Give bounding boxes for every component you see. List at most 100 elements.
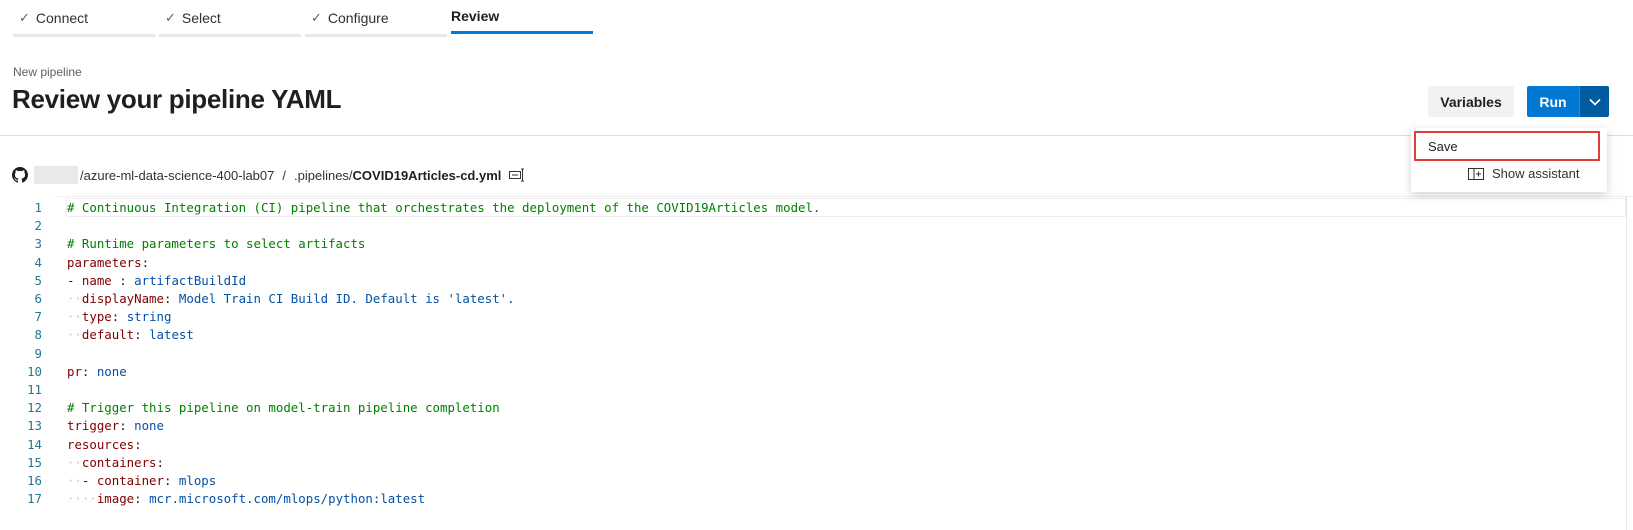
github-icon	[12, 167, 28, 183]
chevron-down-icon	[1588, 98, 1601, 106]
code-text: resources:	[67, 435, 142, 454]
wizard-steps: ✓ Connect ✓ Select ✓ Configure Review	[13, 0, 597, 40]
code-token: :	[111, 309, 127, 325]
editor-top-border	[55, 196, 1633, 197]
code-token: string	[126, 309, 172, 325]
code-line[interactable]: 6 ··displayName: Model Train CI Build ID.…	[0, 289, 1633, 308]
line-number: 7	[34, 309, 42, 325]
line-number: 8	[34, 327, 42, 343]
code-text: # Trigger this pipeline on model-train p…	[67, 398, 500, 417]
assistant-panel-icon	[1468, 167, 1484, 180]
code-token: # Continuous Integration (CI) pipeline t…	[67, 200, 821, 215]
yaml-editor[interactable]: 1 # Continuous Integration (CI) pipeline …	[0, 196, 1633, 530]
code-text: ··type: string	[67, 307, 171, 326]
code-line[interactable]: 12 # Trigger this pipeline on model-train…	[0, 398, 1633, 417]
code-line[interactable]: 16 ··- container: mlops	[0, 471, 1633, 490]
code-text: ··displayName: Model Train CI Build ID. …	[67, 289, 515, 308]
code-token: pr	[67, 363, 82, 379]
code-token: :	[134, 436, 142, 452]
step-connect[interactable]: ✓ Connect	[13, 0, 155, 37]
code-token: mlops	[178, 473, 217, 488]
code-token: container	[96, 473, 164, 488]
line-number: 10	[27, 363, 42, 379]
code-text: ··default: latest	[67, 325, 194, 344]
code-token: none	[134, 418, 164, 434]
code-line[interactable]: 11	[0, 380, 1633, 399]
code-text: ··containers:	[67, 453, 164, 472]
code-token: :	[81, 363, 97, 379]
check-icon: ✓	[19, 10, 30, 25]
code-token: trigger	[67, 418, 120, 434]
code-line[interactable]: 3 # Runtime parameters to select artifact…	[0, 234, 1633, 253]
line-number: 3	[34, 236, 42, 252]
code-token: displayName	[81, 291, 164, 306]
variables-button[interactable]: Variables	[1428, 86, 1514, 117]
repo-name[interactable]: /azure-ml-data-science-400-lab07	[80, 168, 274, 183]
code-token: resources	[67, 436, 135, 452]
line-number: 15	[27, 454, 42, 470]
code-token: Model Train CI Build ID. Default is 'lat…	[178, 291, 515, 306]
line-number: 13	[27, 418, 42, 434]
code-text: - name : artifactBuildId	[67, 271, 246, 290]
step-progress-bar	[13, 34, 155, 37]
line-number: 2	[34, 218, 42, 234]
code-line[interactable]: 1 # Continuous Integration (CI) pipeline …	[0, 198, 1633, 217]
step-review[interactable]: Review	[451, 0, 593, 37]
code-text: ····image: mcr.microsoft.com/mlops/pytho…	[67, 489, 425, 508]
line-number: 12	[27, 400, 42, 416]
code-token: parameters	[67, 254, 142, 270]
line-number: 16	[27, 473, 42, 488]
code-token: -	[81, 473, 97, 488]
code-line[interactable]: 13 trigger: none	[0, 416, 1633, 435]
run-dropdown-menu: Save	[1411, 128, 1607, 192]
code-text: trigger: none	[67, 416, 164, 435]
line-number: 5	[34, 272, 42, 288]
code-line[interactable]: 10 pr: none	[0, 362, 1633, 381]
code-line[interactable]: 5 - name : artifactBuildId	[0, 271, 1633, 290]
show-assistant-label: Show assistant	[1492, 166, 1580, 181]
code-token: mcr.microsoft.com/mlops/python:latest	[149, 491, 426, 507]
header-divider	[0, 135, 1633, 136]
menu-item-save[interactable]: Save	[1414, 131, 1600, 161]
run-split-button: Run	[1527, 86, 1609, 117]
code-token: :	[111, 272, 135, 288]
code-token: # Trigger this pipeline on model-train p…	[67, 400, 500, 416]
code-text: # Runtime parameters to select artifacts	[67, 234, 365, 253]
redacted-owner	[34, 166, 78, 184]
code-line[interactable]: 14 resources:	[0, 435, 1633, 454]
code-token: ··	[67, 309, 82, 325]
code-token: type	[81, 309, 112, 325]
step-label: Review	[451, 8, 500, 24]
code-token: # Runtime parameters to select artifacts	[67, 236, 366, 252]
code-line[interactable]: 7 ··type: string	[0, 307, 1633, 326]
code-text: pr: none	[67, 362, 127, 381]
code-token: :	[119, 418, 135, 434]
code-token: :	[156, 454, 164, 470]
line-number: 17	[27, 491, 42, 507]
run-dropdown-button[interactable]	[1579, 86, 1609, 117]
show-assistant-button[interactable]: Show assistant	[1468, 166, 1579, 181]
step-configure[interactable]: ✓ Configure	[305, 0, 447, 37]
code-line[interactable]: 2	[0, 216, 1633, 235]
code-line[interactable]: 8 ··default: latest	[0, 325, 1633, 344]
code-line[interactable]: 4 parameters:	[0, 253, 1633, 272]
code-token: default	[81, 327, 135, 343]
path-separator: /	[282, 167, 286, 183]
line-number: 11	[27, 382, 42, 397]
step-active-indicator	[451, 31, 593, 34]
code-token: :	[163, 473, 179, 488]
edit-file-icon[interactable]	[509, 168, 525, 182]
step-progress-bar	[159, 34, 301, 37]
code-line[interactable]: 9	[0, 344, 1633, 363]
code-token: :	[134, 327, 150, 343]
run-button[interactable]: Run	[1527, 86, 1579, 117]
step-select[interactable]: ✓ Select	[159, 0, 301, 37]
code-line[interactable]: 15 ··containers:	[0, 453, 1633, 472]
code-token: artifactBuildId	[134, 272, 247, 288]
code-line[interactable]: 17 ····image: mcr.microsoft.com/mlops/pyt…	[0, 489, 1633, 508]
code-token: :	[163, 291, 179, 306]
line-number: 4	[34, 254, 42, 270]
code-text: # Continuous Integration (CI) pipeline t…	[67, 198, 820, 217]
page-subtitle: New pipeline	[13, 65, 82, 79]
page-title: Review your pipeline YAML	[12, 84, 342, 114]
